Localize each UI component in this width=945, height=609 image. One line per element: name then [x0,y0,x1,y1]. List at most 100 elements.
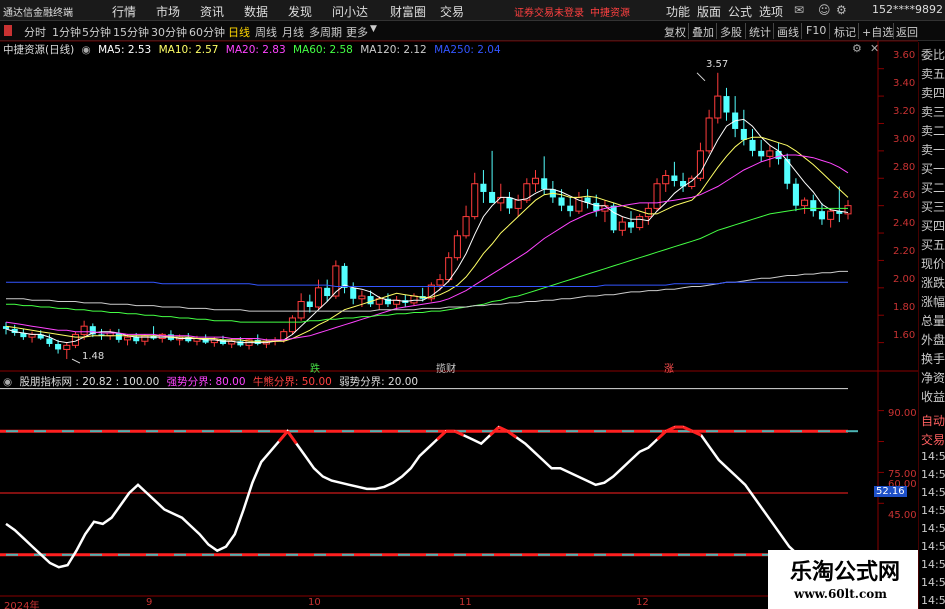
indicator-strong-segment [286,430,298,445]
candle-body [714,95,722,119]
candle-body [445,257,453,281]
panel-label: 卖三 [921,105,945,119]
panel-label: 卖二 [921,124,945,138]
candle-body [705,117,713,152]
candle-body [367,296,374,305]
panel-label: 买四 [921,219,945,233]
panel-label: 外盘 [921,333,945,347]
price-tick: 1.80 [893,302,916,313]
signal-marker: 揽财 [436,364,456,375]
candle-body [792,183,799,206]
candle-body [55,343,62,350]
indicator-line [5,425,799,569]
price-tick: 2.60 [893,190,916,201]
candle-body [610,205,617,231]
candle-body [314,287,323,308]
candle-body [141,335,149,342]
candle-body [297,301,305,319]
candle-body [653,183,661,209]
signal-marker: 跌 [310,364,320,375]
candle-body [306,301,313,307]
price-tick: 3.20 [893,106,916,117]
candle-body [827,210,835,220]
panel-label: 委比 [921,48,945,62]
panel-label: 买二 [921,181,945,195]
panel-label: 总量 [921,314,945,328]
candle-body [740,128,747,140]
panel-label: 卖五 [921,67,945,81]
price-tick: 2.40 [893,218,916,229]
panel-label: 卖四 [921,86,945,100]
candle-body [558,197,565,206]
tick-time: 14:56 [921,486,945,499]
candle-body [254,339,261,344]
candle-body [489,191,496,203]
candle-body [324,287,331,297]
candle-body [436,279,444,286]
indicator-strong-segment [277,430,289,443]
watermark: 乐淘公式网 www.60lt.com [768,550,918,609]
candle-body [775,150,782,160]
signal-marker: 涨 [664,364,674,375]
tick-time: 14:56 [921,522,945,535]
ma-line-ma120 [6,270,848,312]
auto-trade-label[interactable]: 自动 [921,412,945,429]
candle-body [350,287,357,299]
candle-body [671,175,678,181]
watermark-url: www.60lt.com [794,587,887,601]
date-label: 9 [146,597,153,608]
tick-time: 14:56 [921,594,945,607]
low-marker-line [71,358,81,364]
tick-time: 14:56 [921,468,945,481]
candle-body [644,207,652,218]
price-tick: 1.60 [893,330,916,341]
tick-time: 14:56 [921,558,945,571]
quote-side-panel: 委比 卖五 卖四 卖三 卖二 卖一 买一 买二 买三 买四 买五 现价 涨跌 涨… [918,42,945,609]
candle-body [766,150,774,157]
candle-body [662,175,670,185]
candle-body [627,222,635,228]
candle-body [818,211,825,220]
candle-body [723,96,730,113]
indicator-tick: 90.00 [888,408,917,419]
high-price-annotation: 3.57 [706,59,729,70]
indicator-tick: 45.00 [888,510,917,521]
tick-time: 14:56 [921,504,945,517]
panel-label: 收益 [921,390,945,404]
date-label: 10 [308,597,321,608]
candle-body [358,295,366,300]
panel-label: 换手 [921,352,945,366]
tick-time: 14:56 [921,540,945,553]
candle-body [288,317,296,333]
price-chart-canvas[interactable] [0,0,945,609]
panel-label: 买三 [921,200,945,214]
price-tick: 3.00 [893,134,916,145]
candle-body [462,216,470,237]
indicator-value-tag: 52.16 [874,486,907,497]
candle-body [758,150,765,157]
candle-body [541,178,548,190]
ma-line-ma250 [6,281,848,287]
price-tick: 2.00 [893,274,916,285]
ma-line-ma5 [5,118,849,344]
candle-body [46,338,53,344]
candle-body [497,196,505,204]
high-marker-line [696,72,706,82]
auto-trade-label[interactable]: 交易 [921,431,945,448]
candle-body [567,205,574,212]
watermark-title: 乐淘公式网 [790,560,901,585]
tick-time: 14:56 [921,576,945,589]
tick-time: 14:56 [921,450,945,463]
candle-body [341,265,348,288]
date-label: 2024年 [4,601,40,609]
candle-body [471,183,479,218]
candle-body [636,216,644,229]
panel-label: 涨幅 [921,295,945,309]
candle-body [63,344,71,350]
panel-label: 现价 [921,257,945,271]
candle-body [123,336,132,341]
candle-body [514,199,522,209]
date-label: 12 [636,597,649,608]
candle-body [749,139,756,151]
price-tick: 2.80 [893,162,916,173]
